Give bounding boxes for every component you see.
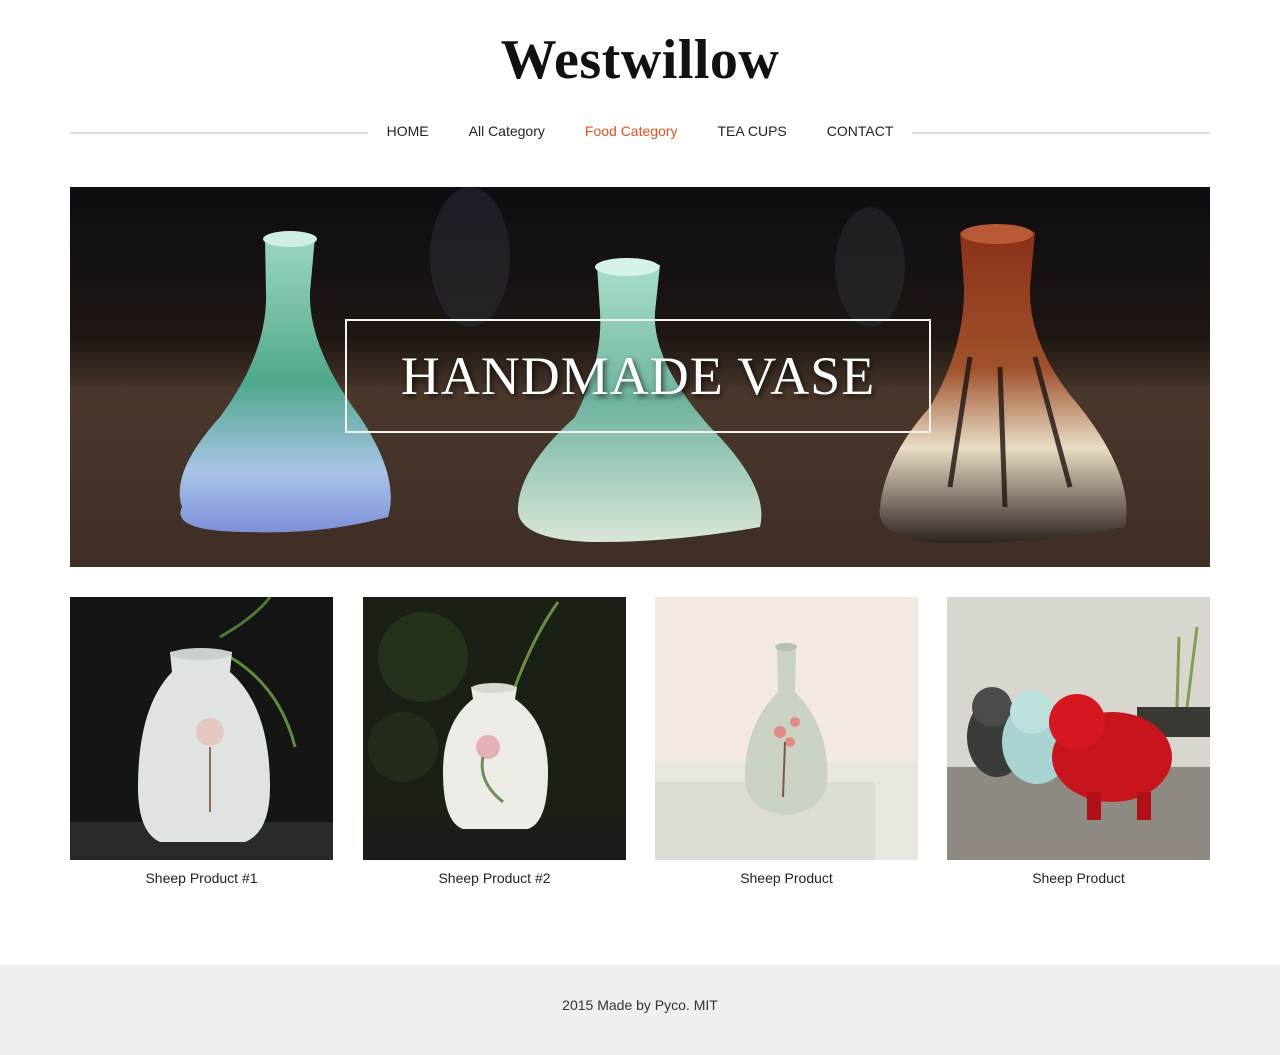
product-name[interactable]: Sheep Product — [947, 869, 1210, 887]
main-nav: HOME All Category Food Category TEA CUPS… — [368, 120, 912, 142]
nav-divider-left — [70, 132, 368, 134]
product-card[interactable]: Sheep Product #1 — [70, 597, 333, 887]
footer-credit: 2015 Made by Pyco. MIT — [562, 997, 718, 1013]
product-image[interactable] — [70, 597, 333, 860]
product-image[interactable] — [655, 597, 918, 860]
nav-item-food-category[interactable]: Food Category — [585, 120, 678, 142]
nav-item-tea-cups[interactable]: TEA CUPS — [718, 120, 787, 142]
product-card[interactable]: Sheep Product — [947, 597, 1210, 887]
product-grid: Sheep Product #1 Sheep Product #2 Sheep … — [70, 597, 1210, 897]
hero-caption-frame: HANDMADE VASE — [345, 319, 931, 433]
product-name[interactable]: Sheep Product #1 — [70, 869, 333, 887]
product-image[interactable] — [363, 597, 626, 860]
product-name[interactable]: Sheep Product — [655, 869, 918, 887]
hero-caption: HANDMADE VASE — [400, 346, 876, 406]
nav-item-home[interactable]: HOME — [387, 120, 429, 142]
hero-banner[interactable]: HANDMADE VASE — [70, 187, 1210, 567]
footer: 2015 Made by Pyco. MIT — [0, 965, 1280, 1055]
nav-item-contact[interactable]: CONTACT — [827, 120, 894, 142]
site-title[interactable]: Westwillow — [0, 28, 1280, 92]
product-card[interactable]: Sheep Product #2 — [363, 597, 626, 887]
product-name[interactable]: Sheep Product #2 — [363, 869, 626, 887]
nav-divider-right — [912, 132, 1210, 134]
nav-item-all-category[interactable]: All Category — [469, 120, 545, 142]
product-card[interactable]: Sheep Product — [655, 597, 918, 887]
product-image[interactable] — [947, 597, 1210, 860]
